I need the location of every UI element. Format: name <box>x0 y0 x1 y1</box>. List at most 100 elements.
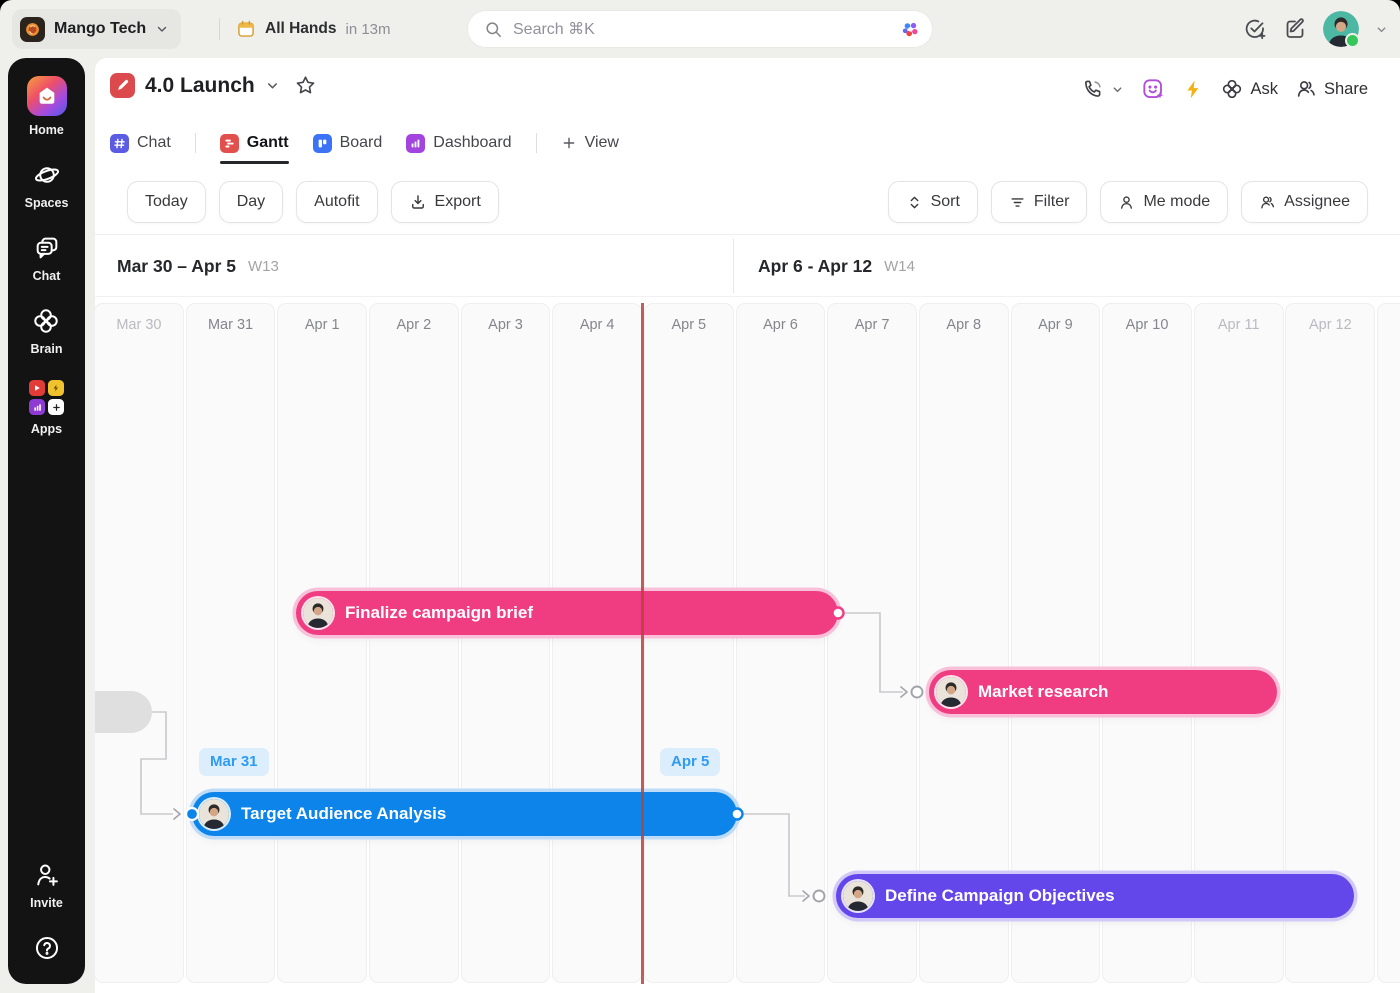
assignee-avatar <box>936 677 966 707</box>
day-column: Mar 31 <box>186 303 276 983</box>
task-bar-finalize-campaign-brief[interactable]: Finalize campaign brief <box>296 591 838 635</box>
sidebar-item-help[interactable] <box>33 934 61 962</box>
day-label: Apr 10 <box>1126 317 1169 333</box>
view-tabs: Chat Gantt Board Dashboard View <box>110 120 619 166</box>
chat-bubbles-icon <box>33 234 61 262</box>
search-input[interactable]: Search ⌘K <box>467 10 933 48</box>
ask-button[interactable]: Ask <box>1221 78 1278 100</box>
tab-label: Dashboard <box>433 134 511 152</box>
day-column: Apr 3 <box>461 303 551 983</box>
filter-button[interactable]: Filter <box>991 181 1088 223</box>
reaction-ai-icon[interactable] <box>1141 77 1166 102</box>
day-zoom-button[interactable]: Day <box>219 181 283 223</box>
call-chevron-icon <box>1111 83 1124 96</box>
calendar-event[interactable]: All Hands in 13m <box>236 0 391 58</box>
assignee-person-icon <box>1259 194 1276 211</box>
user-avatar[interactable] <box>1323 11 1359 47</box>
title-chevron-icon[interactable] <box>265 78 280 93</box>
day-label: Apr 4 <box>580 317 615 333</box>
day-label: Apr 6 <box>763 317 798 333</box>
sort-button[interactable]: Sort <box>888 181 978 223</box>
phone-icon <box>1082 78 1104 100</box>
task-name: Market research <box>978 682 1108 702</box>
week-number: W14 <box>884 258 915 275</box>
day-column: Apr 5 <box>644 303 734 983</box>
sidebar-item-home[interactable]: Home <box>27 76 67 137</box>
avatar-chevron-icon[interactable] <box>1375 23 1388 36</box>
day-label: Apr 1 <box>305 317 340 333</box>
offscreen-task-bar[interactable] <box>95 691 152 733</box>
task-bar-target-audience-analysis[interactable]: Target Audience Analysis <box>192 792 737 836</box>
gantt-tab-icon <box>220 134 239 153</box>
favorite-star-icon[interactable] <box>294 74 317 97</box>
day-label: Mar 30 <box>116 317 161 333</box>
app-window: Mango Tech All Hands in 13m Search ⌘K <box>0 0 1400 993</box>
workspace-logo-icon <box>20 17 45 42</box>
app-add-icon <box>48 399 64 415</box>
calendar-icon <box>236 19 256 39</box>
ask-label: Ask <box>1250 80 1278 99</box>
assignee-avatar <box>303 598 333 628</box>
day-label: Apr 2 <box>397 317 432 333</box>
tab-chat[interactable]: Chat <box>110 120 171 166</box>
task-end-date-label: Apr 5 <box>660 748 720 776</box>
share-button[interactable]: Share <box>1295 78 1368 100</box>
sidebar-item-label: Home <box>29 123 64 137</box>
day-column <box>1377 303 1400 983</box>
today-marker-line <box>641 303 644 984</box>
tab-divider <box>195 133 196 153</box>
search-icon <box>484 20 503 39</box>
ask-clover-icon <box>1221 78 1243 100</box>
export-button[interactable]: Export <box>391 181 499 223</box>
workspace-switcher[interactable]: Mango Tech <box>12 9 181 49</box>
event-time: in 13m <box>345 21 390 38</box>
week-divider <box>733 239 734 293</box>
tab-gantt[interactable]: Gantt <box>220 120 289 166</box>
task-bar-market-research[interactable]: Market research <box>929 670 1277 714</box>
app-play-icon <box>29 380 45 396</box>
apps-grid-icon <box>29 380 64 415</box>
week-header: Mar 30 – Apr 5 W13 Apr 6 - Apr 12 W14 <box>95 235 1400 297</box>
day-label: Apr 7 <box>855 317 890 333</box>
sidebar-item-apps[interactable]: Apps <box>29 380 64 436</box>
sidebar-item-invite[interactable]: Invite <box>30 861 63 910</box>
tab-divider <box>536 133 537 153</box>
add-view-button[interactable]: View <box>561 120 619 166</box>
share-person-icon <box>1295 78 1317 100</box>
tab-label: Chat <box>137 134 171 152</box>
assignee-button[interactable]: Assignee <box>1241 181 1368 223</box>
gantt-chart: Mar 30 – Apr 5 W13 Apr 6 - Apr 12 W14 Ma… <box>95 234 1400 993</box>
sidebar-item-spaces[interactable]: Spaces <box>25 161 69 210</box>
ai-sparkle-icon[interactable] <box>901 20 920 39</box>
day-label: Apr 12 <box>1309 317 1352 333</box>
sidebar-item-brain[interactable]: Brain <box>31 307 63 356</box>
topbar-divider <box>219 18 220 40</box>
sidebar-item-chat[interactable]: Chat <box>33 234 61 283</box>
assignee-avatar <box>843 881 873 911</box>
plus-icon <box>561 135 577 151</box>
sidebar-item-label: Brain <box>31 342 63 356</box>
sidebar: Home Spaces Chat Brain Apps Invite <box>8 58 85 984</box>
workspace-name: Mango Tech <box>54 20 146 38</box>
week-range: Apr 6 - Apr 12 <box>758 256 872 277</box>
sidebar-item-label: Spaces <box>25 196 69 210</box>
me-mode-button[interactable]: Me mode <box>1100 181 1228 223</box>
task-check-icon[interactable] <box>1243 17 1267 41</box>
day-column: Apr 1 <box>277 303 367 983</box>
tab-board[interactable]: Board <box>313 120 383 166</box>
task-bar-define-campaign-objectives[interactable]: Define Campaign Objectives <box>836 874 1354 918</box>
day-column: Apr 6 <box>736 303 826 983</box>
tab-dashboard[interactable]: Dashboard <box>406 120 511 166</box>
autofit-button[interactable]: Autofit <box>296 181 377 223</box>
dashboard-tab-icon <box>406 134 425 153</box>
day-label: Apr 9 <box>1038 317 1073 333</box>
compose-icon[interactable] <box>1283 17 1307 41</box>
today-button[interactable]: Today <box>127 181 206 223</box>
chevron-down-icon <box>155 22 169 36</box>
filter-icon <box>1009 194 1026 211</box>
day-column: Apr 2 <box>369 303 459 983</box>
project-icon <box>110 73 135 98</box>
assignee-avatar <box>199 799 229 829</box>
bolt-icon[interactable] <box>1183 79 1204 100</box>
call-button[interactable] <box>1082 78 1124 100</box>
